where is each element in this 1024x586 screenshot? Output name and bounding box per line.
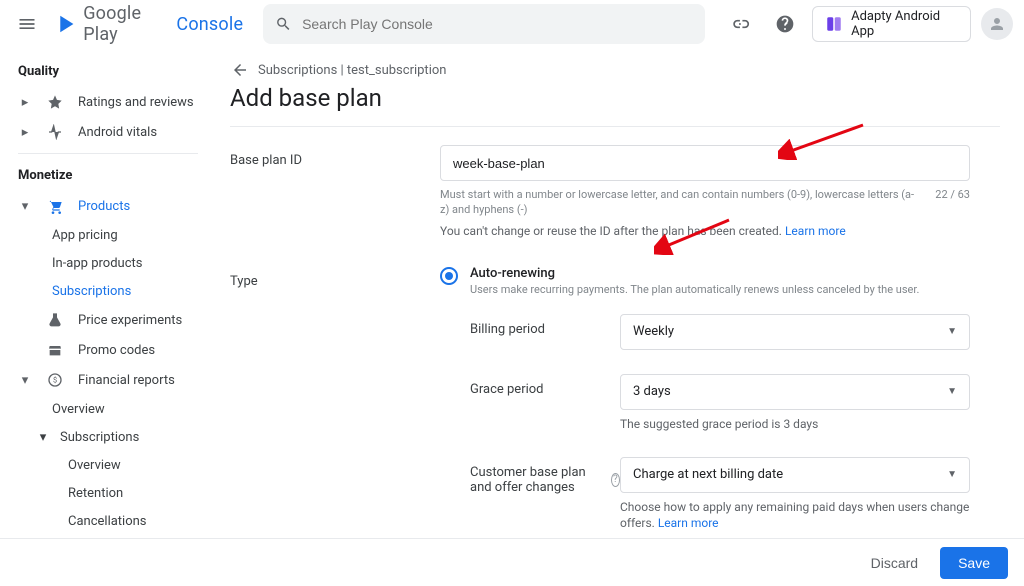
chevron-down-icon: ▾ (36, 430, 50, 445)
search-box[interactable] (263, 4, 705, 44)
chevron-down-icon: ▼ (947, 386, 957, 397)
grace-period-label: Grace period (470, 374, 620, 397)
cart-icon (46, 198, 64, 214)
chevron-right-icon: ▸ (18, 95, 32, 110)
app-selector[interactable]: Adapty Android App (812, 6, 970, 42)
billing-period-dropdown[interactable]: Weekly ▼ (620, 314, 970, 350)
offer-changes-dropdown[interactable]: Charge at next billing date ▼ (620, 457, 970, 493)
base-plan-id-hint: Must start with a number or lowercase le… (440, 187, 923, 218)
back-arrow-icon[interactable] (230, 60, 250, 80)
chevron-down-icon: ▼ (947, 469, 957, 480)
sidebar-item-label: Android vitals (78, 125, 157, 140)
star-icon (46, 94, 64, 110)
chevron-down-icon: ▾ (18, 373, 32, 388)
sidebar-sub2-cancellations[interactable]: Cancellations (6, 507, 210, 535)
sidebar: Quality ▸ Ratings and reviews ▸ Android … (0, 48, 218, 538)
sidebar-item-vitals[interactable]: ▸ Android vitals (6, 117, 210, 147)
sidebar-item-label: Financial reports (78, 373, 175, 388)
grace-period-value: 3 days (633, 384, 671, 399)
sidebar-item-ratings[interactable]: ▸ Ratings and reviews (6, 87, 210, 117)
discard-button[interactable]: Discard (857, 547, 932, 579)
offer-changes-label: Customer base plan and offer changes (470, 465, 605, 495)
storefront-icon (46, 342, 64, 358)
grace-period-hint: The suggested grace period is 3 days (620, 416, 970, 433)
logo-text-console: Console (176, 14, 243, 35)
sidebar-sub-fin-subscriptions[interactable]: ▾ Subscriptions (6, 423, 210, 451)
type-option-label: Auto-renewing (470, 266, 919, 281)
sidebar-sub-app-pricing[interactable]: App pricing (6, 221, 210, 249)
play-console-logo[interactable]: Google Play Console (57, 3, 243, 45)
learn-more-link[interactable]: Learn more (785, 224, 846, 238)
hamburger-icon[interactable] (8, 4, 45, 44)
radio-checked-icon (440, 267, 458, 285)
base-plan-id-input[interactable] (440, 145, 970, 181)
sidebar-sub2-overview[interactable]: Overview (6, 451, 210, 479)
link-icon[interactable] (721, 4, 758, 44)
chevron-right-icon: ▸ (18, 125, 32, 140)
logo-text-google-play: Google Play (83, 3, 170, 45)
type-radio-auto-renewing[interactable]: Auto-renewing Users make recurring payme… (440, 266, 970, 296)
money-icon: $ (46, 372, 64, 388)
sidebar-item-label: Products (78, 199, 130, 214)
sidebar-item-label: Price experiments (78, 313, 182, 328)
save-button[interactable]: Save (940, 547, 1008, 579)
sidebar-item-label: Promo codes (78, 343, 155, 358)
chevron-down-icon: ▾ (18, 199, 32, 214)
chevron-down-icon: ▼ (947, 326, 957, 337)
sidebar-sub2-retention[interactable]: Retention (6, 479, 210, 507)
help-icon[interactable] (767, 4, 804, 44)
breadcrumb: Subscriptions | test_subscription (230, 60, 1000, 80)
content-area: Subscriptions | test_subscription Add ba… (218, 48, 1024, 538)
type-label: Type (230, 266, 440, 289)
sidebar-item-promo[interactable]: Promo codes (6, 335, 210, 365)
sidebar-heading-quality: Quality (6, 56, 210, 87)
sidebar-sub-subscriptions[interactable]: Subscriptions (6, 277, 210, 305)
footer-actions: Discard Save (0, 538, 1024, 586)
breadcrumb-text: Subscriptions | test_subscription (258, 63, 446, 78)
account-avatar[interactable] (979, 4, 1016, 44)
type-option-desc: Users make recurring payments. The plan … (470, 283, 919, 296)
offer-changes-value: Charge at next billing date (633, 467, 783, 482)
sidebar-item-financial[interactable]: ▾ $ Financial reports (6, 365, 210, 395)
billing-period-label: Billing period (470, 314, 620, 337)
base-plan-id-label: Base plan ID (230, 145, 440, 168)
billing-period-value: Weekly (633, 324, 674, 339)
adapty-app-icon (825, 15, 843, 33)
sidebar-item-label: Ratings and reviews (78, 95, 194, 110)
app-name-label: Adapty Android App (851, 9, 957, 39)
flask-icon (46, 312, 64, 328)
search-icon (275, 15, 292, 33)
grace-period-dropdown[interactable]: 3 days ▼ (620, 374, 970, 410)
sidebar-sub-fin-overview[interactable]: Overview (6, 395, 210, 423)
sidebar-item-price-experiments[interactable]: Price experiments (6, 305, 210, 335)
base-plan-id-info: You can't change or reuse the ID after t… (440, 224, 782, 238)
sidebar-item-products[interactable]: ▾ Products (6, 191, 210, 221)
sidebar-sub-inapp[interactable]: In-app products (6, 249, 210, 277)
sidebar-heading-monetize: Monetize (6, 160, 210, 191)
vitals-icon (46, 124, 64, 140)
base-plan-id-charcount: 22 / 63 (935, 187, 970, 218)
svg-text:$: $ (53, 376, 57, 385)
page-title: Add base plan (230, 84, 1000, 112)
search-input[interactable] (302, 16, 693, 32)
learn-more-link[interactable]: Learn more (658, 516, 719, 530)
help-tooltip-icon[interactable]: ? (611, 473, 620, 487)
